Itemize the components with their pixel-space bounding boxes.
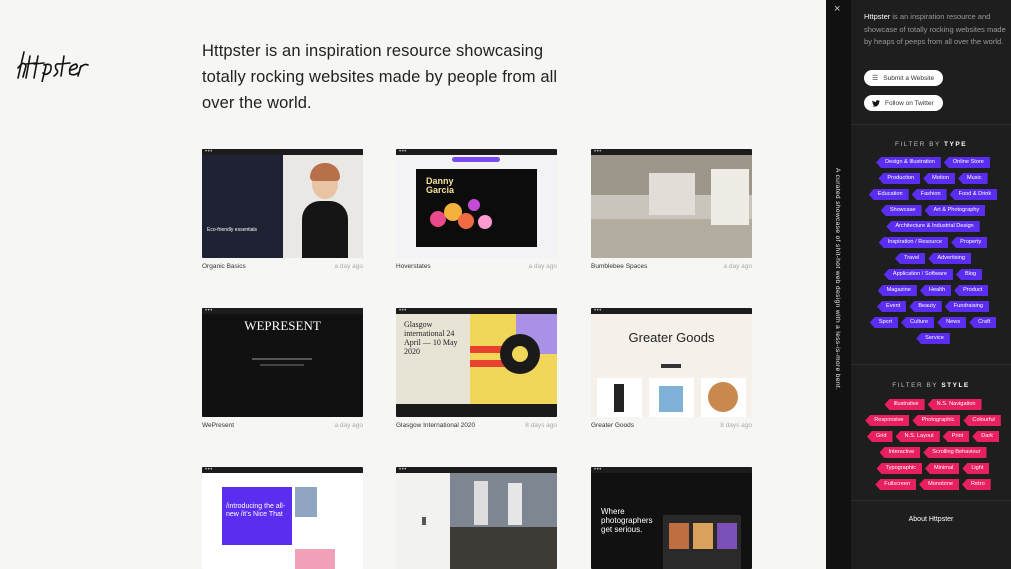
thumb-caption: WEPRESENT <box>244 318 321 333</box>
type-tag[interactable]: Architecture & Industrial Design <box>886 221 980 232</box>
site-age: a day ago <box>334 263 363 270</box>
type-tag[interactable]: Advertising <box>928 253 971 264</box>
site-card[interactable]: ••• Bumblebee Spaces a day ago <box>591 149 752 270</box>
style-tag[interactable]: Interactive <box>879 447 921 458</box>
style-tag[interactable]: Dark <box>972 431 1000 442</box>
list-icon: ☰ <box>872 75 879 82</box>
sidebar-about-text: Httpster is an inspiration resource and … <box>864 12 1006 46</box>
style-tag[interactable]: Print <box>942 431 970 442</box>
type-tag[interactable]: Magazine <box>877 285 917 296</box>
sidebar-brand: Httpster <box>864 12 891 21</box>
site-card[interactable]: ••• /introducing the all-new /it's Nice … <box>202 467 363 569</box>
filter-by-type-heading: FILTER BY TYPE <box>894 141 968 148</box>
type-tag[interactable]: Education <box>868 189 909 200</box>
style-tag[interactable]: Monotone <box>919 479 959 490</box>
site-card[interactable]: ••• Danny Garcia Hoverstates a day ago <box>396 149 557 270</box>
about-httpster-link[interactable]: About Httpster <box>851 516 1011 523</box>
style-tag[interactable]: Fullscreen <box>875 479 917 490</box>
thumb-caption: Where photographers get serious. <box>601 507 653 534</box>
site-thumbnail[interactable]: ••• WEPRESENT <box>202 308 363 417</box>
style-tag[interactable]: Light <box>962 463 990 474</box>
type-tag[interactable]: Health <box>919 285 952 296</box>
site-thumbnail[interactable]: ••• Glasgow international 24 April — 10 … <box>396 308 557 417</box>
type-tag[interactable]: Motion <box>923 173 955 184</box>
style-tag[interactable]: Scrolling Behaviour <box>923 447 987 458</box>
intro-text: Httpster is an inspiration resource show… <box>202 42 558 112</box>
type-tag-list: Design & Illustration Online Store Product… <box>863 157 1003 344</box>
site-age: a day ago <box>723 263 752 270</box>
filter-by-style-heading: FILTER BY STYLE <box>892 382 970 389</box>
site-card[interactable]: ••• Where photographers get serious. <box>591 467 752 569</box>
type-tag[interactable]: Showcase <box>880 205 922 216</box>
type-tag[interactable]: Beauty <box>909 301 942 312</box>
twitter-icon <box>872 99 880 107</box>
site-thumbnail[interactable]: ••• Danny Garcia <box>396 149 557 258</box>
style-tag[interactable]: Retro <box>962 479 991 490</box>
httpster-logo[interactable] <box>16 44 92 82</box>
submit-website-button[interactable]: ☰ Submit a Website <box>864 70 944 86</box>
type-tag[interactable]: Fashion <box>911 189 947 200</box>
site-card[interactable]: ••• Greater Goods Greater Goods 8 days ag… <box>591 308 752 429</box>
close-icon[interactable]: × <box>834 3 840 15</box>
site-age: 8 days ago <box>525 422 557 429</box>
style-tag[interactable]: N.S. Navigation <box>927 399 982 410</box>
site-card[interactable]: ••• Glasgow international 24 April — 10 … <box>396 308 557 429</box>
site-thumbnail[interactable]: ••• <box>591 149 752 258</box>
thumb-caption: /introducing the all-new /it's Nice That <box>226 503 286 518</box>
type-tag[interactable]: Inspiration / Resource <box>878 237 949 248</box>
type-tag[interactable]: Food & Drink <box>949 189 998 200</box>
site-title[interactable]: Organic Basics <box>202 263 246 270</box>
site-thumbnail[interactable]: ••• Greater Goods <box>591 308 752 417</box>
style-tag[interactable]: Photographic <box>912 415 961 426</box>
type-tag[interactable]: News <box>937 317 967 328</box>
thumb-caption: Eco-friendly essentials <box>207 227 258 233</box>
sidebar: Httpster is an inspiration resource and … <box>851 0 1011 569</box>
type-tag[interactable]: Sport <box>869 317 899 328</box>
type-tag[interactable]: Design & Illustration <box>876 157 941 168</box>
type-tag[interactable]: Event <box>877 301 907 312</box>
site-title[interactable]: Glasgow International 2020 <box>396 422 475 429</box>
type-tag[interactable]: Production <box>878 173 921 184</box>
style-tag-list: Illustrative N.S. Navigation Responsive Pho… <box>863 399 1003 490</box>
site-card[interactable]: ••• Eco-friendly essentials Organic Basi… <box>202 149 363 270</box>
type-tag[interactable]: Online Store <box>943 157 990 168</box>
type-tag[interactable]: Property <box>951 237 988 248</box>
site-title[interactable]: Greater Goods <box>591 422 634 429</box>
style-tag[interactable]: Illustrative <box>884 399 925 410</box>
site-thumbnail[interactable]: ••• <box>396 467 557 569</box>
type-tag[interactable]: Culture <box>901 317 935 328</box>
style-tag[interactable]: Colourful <box>963 415 1001 426</box>
site-age: a day ago <box>528 263 557 270</box>
type-tag[interactable]: Craft <box>969 317 997 328</box>
tagline-vertical: A curated showcase of shit-hot web desig… <box>834 168 841 391</box>
thumb-caption: Danny Garcia <box>426 176 455 195</box>
thumb-caption: Glasgow international 24 April — 10 May … <box>404 320 458 356</box>
type-tag[interactable]: Service <box>916 333 950 344</box>
thumb-caption: Greater Goods <box>628 330 715 345</box>
site-thumbnail[interactable]: ••• Where photographers get serious. <box>591 467 752 569</box>
type-tag[interactable]: Travel <box>894 253 926 264</box>
style-tag[interactable]: Minimal <box>925 463 960 474</box>
site-title[interactable]: WePresent <box>202 422 234 429</box>
site-title[interactable]: Bumblebee Spaces <box>591 263 647 270</box>
style-tag[interactable]: Responsive <box>865 415 910 426</box>
site-thumbnail[interactable]: ••• Eco-friendly essentials <box>202 149 363 258</box>
site-card[interactable]: ••• WEPRESENT WePresent a day ago <box>202 308 363 429</box>
site-thumbnail[interactable]: ••• /introducing the all-new /it's Nice … <box>202 467 363 569</box>
sidebar-toggle-strip: × A curated showcase of shit-hot web des… <box>826 0 851 569</box>
type-tag[interactable]: Art & Photography <box>924 205 986 216</box>
type-tag[interactable]: Music <box>957 173 988 184</box>
follow-twitter-button[interactable]: Follow on Twitter <box>864 95 943 111</box>
type-tag[interactable]: Product <box>954 285 989 296</box>
site-title[interactable]: Hoverstates <box>396 263 431 270</box>
style-tag[interactable]: N.S. Layout <box>895 431 940 442</box>
style-tag[interactable]: Typographic <box>876 463 923 474</box>
type-tag[interactable]: Blog <box>955 269 983 280</box>
type-tag[interactable]: Fundraising <box>944 301 989 312</box>
site-age: 8 days ago <box>720 422 752 429</box>
site-age: a day ago <box>334 422 363 429</box>
site-card[interactable]: ••• <box>396 467 557 569</box>
style-tag[interactable]: Grid <box>866 431 893 442</box>
type-tag[interactable]: Application / Software <box>883 269 953 280</box>
